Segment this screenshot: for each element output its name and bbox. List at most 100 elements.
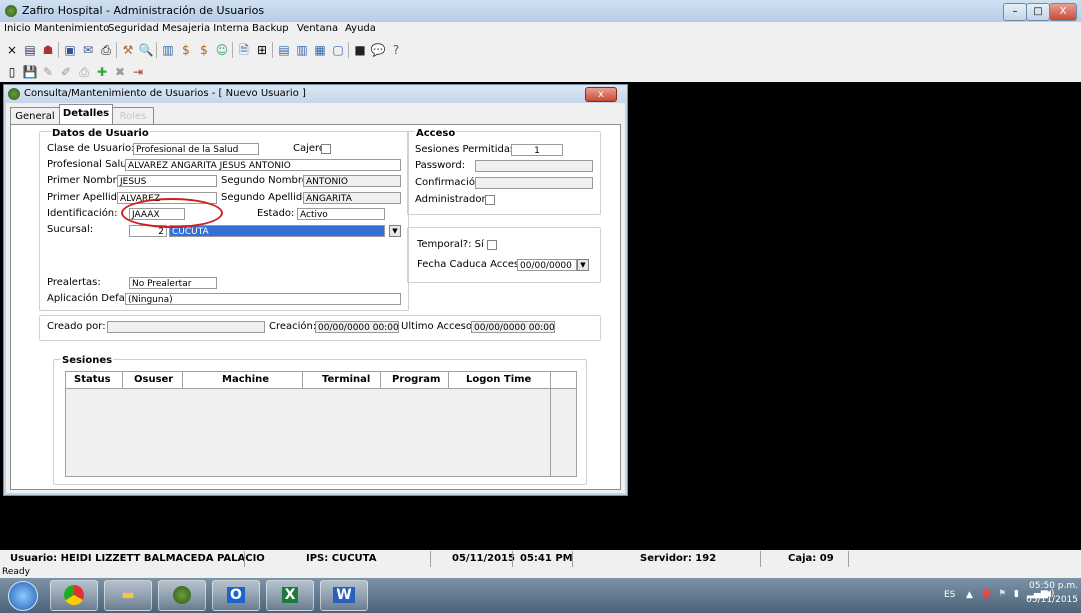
tray-flag-icon[interactable]: ⚑ — [998, 589, 1006, 599]
list-icon[interactable]: ▤ — [22, 42, 38, 58]
excel-icon: X — [281, 587, 299, 603]
creado-por-field — [107, 321, 265, 333]
confirmacion-field[interactable] — [475, 177, 593, 189]
col-logon-time[interactable]: Logon Time — [466, 374, 531, 385]
password-field[interactable] — [475, 160, 593, 172]
tab-detalles[interactable]: Detalles — [59, 104, 113, 125]
report-icon[interactable]: ▥ — [160, 42, 176, 58]
fecha-caduca-field[interactable]: 00/00/0000 — [517, 259, 577, 271]
clock-date[interactable]: 05/11/2015 — [1022, 595, 1078, 605]
people-icon[interactable]: ☺ — [214, 42, 230, 58]
window-titlebar[interactable]: Zafiro Hospital - Administración de Usua… — [0, 0, 1081, 22]
help-icon[interactable]: ? — [388, 42, 404, 58]
segundo-nombre-field[interactable]: ANTONIO — [303, 175, 401, 187]
menu-mantenimiento[interactable]: Mantenimiento — [34, 23, 109, 34]
chat-icon[interactable]: 💬 — [370, 42, 386, 58]
sucursal-dropdown-icon[interactable]: ▼ — [389, 225, 401, 237]
word-icon: W — [333, 587, 355, 603]
status-ips: IPS: CUCUTA — [306, 553, 377, 564]
close-button[interactable]: X — [1049, 3, 1077, 21]
tools-icon[interactable]: ⚒ — [120, 42, 136, 58]
creacion-field: 00/00/0000 00:00 — [315, 321, 399, 333]
tab-general[interactable]: General — [10, 107, 60, 125]
col-osuser[interactable]: Osuser — [134, 374, 173, 385]
ready-line: Ready — [0, 567, 1081, 578]
segundo-apellido-field[interactable]: ANGARITA — [303, 192, 401, 204]
dialog-titlebar[interactable]: Consulta/Mantenimiento de Usuarios - [ N… — [4, 85, 627, 103]
fecha-caduca-dropdown-icon[interactable]: ▼ — [577, 259, 589, 271]
menu-bar: Inicio Mantenimiento Seguridad Mesajeria… — [0, 22, 1081, 38]
network-icon[interactable]: ▮ — [1014, 589, 1019, 599]
print-icon[interactable]: ⎙ — [98, 42, 114, 58]
money-icon[interactable]: $ — [178, 42, 194, 58]
menu-ayuda[interactable]: Ayuda — [345, 23, 376, 34]
password-label: Password: — [415, 160, 466, 171]
taskbar-outlook[interactable]: O — [212, 580, 260, 611]
app-logo-icon — [5, 5, 17, 17]
taskbar-excel[interactable]: X — [266, 580, 314, 611]
new-icon[interactable]: ▯ — [4, 64, 20, 80]
prealertas-field[interactable]: No Prealertar — [129, 277, 217, 289]
segundo-nombre-label: Segundo Nombre: — [221, 175, 312, 186]
document-icon[interactable]: 🗎 — [236, 42, 252, 58]
cajero-checkbox[interactable] — [321, 144, 331, 154]
close-x-icon[interactable]: × — [4, 42, 20, 58]
tile-v-icon[interactable]: ▥ — [294, 42, 310, 58]
clock-time[interactable]: 05:50 p.m. — [1022, 581, 1078, 591]
temporal-label: Temporal?: Sí — [417, 239, 484, 250]
estado-field[interactable]: Activo — [297, 208, 385, 220]
window-title: Zafiro Hospital - Administración de Usua… — [22, 4, 265, 17]
add-record-icon[interactable]: ✚ — [94, 64, 110, 80]
menu-backup[interactable]: Backup — [252, 23, 289, 34]
cascade-icon[interactable]: ▢ — [330, 42, 346, 58]
save-icon[interactable]: 💾 — [22, 64, 38, 80]
datos-usuario-title: Datos de Usuario — [51, 128, 150, 139]
users-icon[interactable]: ☗ — [40, 42, 56, 58]
remove-record-icon[interactable]: ✖ — [112, 64, 128, 80]
sesiones-grid[interactable]: Status Osuser Machine Terminal Program L… — [65, 371, 577, 477]
menu-inicio[interactable]: Inicio — [4, 23, 30, 34]
col-machine[interactable]: Machine — [222, 374, 269, 385]
exit-icon[interactable]: ⇥ — [130, 64, 146, 80]
print-small-icon[interactable]: ⎙ — [76, 64, 92, 80]
maximize-button[interactable]: □ — [1026, 3, 1050, 21]
administrador-checkbox[interactable] — [485, 195, 495, 205]
taskbar-chrome[interactable] — [50, 580, 98, 611]
temporal-checkbox[interactable] — [487, 240, 497, 250]
form-icon[interactable]: ▣ — [62, 42, 78, 58]
sesiones-permitidas-field[interactable]: 1 — [511, 144, 563, 156]
dialog-close-button[interactable]: x — [585, 87, 617, 102]
minimize-button[interactable]: – — [1003, 3, 1027, 21]
start-button-icon[interactable] — [8, 581, 38, 611]
sucursal-select[interactable]: CUCUTA — [169, 225, 385, 237]
col-program[interactable]: Program — [392, 374, 440, 385]
flow-icon[interactable]: ⊞ — [254, 42, 270, 58]
menu-mesajeria[interactable]: Mesajeria Interna — [162, 23, 249, 34]
taskbar-explorer[interactable]: ▬ — [104, 580, 152, 611]
stop-icon[interactable]: ■ — [352, 42, 368, 58]
tray-expand-icon[interactable]: ▲ — [966, 590, 973, 600]
tray-app-icon[interactable]: ■ — [982, 589, 991, 599]
primer-apellido-label: Primer Apellido: — [47, 192, 127, 203]
mail-icon[interactable]: ✉ — [80, 42, 96, 58]
grid-icon[interactable]: ▦ — [312, 42, 328, 58]
clase-usuario-label: Clase de Usuario: — [47, 143, 135, 154]
tile-h-icon[interactable]: ▤ — [276, 42, 292, 58]
erase-icon[interactable]: ✐ — [58, 64, 74, 80]
clase-usuario-field[interactable]: Profesional de la Salud — [133, 143, 259, 155]
primer-nombre-label: Primer Nombre: — [47, 175, 127, 186]
language-indicator[interactable]: ES — [944, 590, 955, 600]
primer-nombre-field[interactable]: JESUS — [117, 175, 217, 187]
taskbar-word[interactable]: W — [320, 580, 368, 611]
col-status[interactable]: Status — [74, 374, 111, 385]
search-icon[interactable]: 🔍 — [138, 42, 154, 58]
fecha-caduca-label: Fecha Caduca Acceso: — [417, 259, 529, 270]
menu-seguridad[interactable]: Seguridad — [108, 23, 159, 34]
col-terminal[interactable]: Terminal — [322, 374, 370, 385]
menu-ventana[interactable]: Ventana — [297, 23, 338, 34]
money2-icon[interactable]: $ — [196, 42, 212, 58]
profesional-salud-field[interactable]: ALVAREZ ANGARITA JESUS ANTONIO — [125, 159, 401, 171]
edit-icon[interactable]: ✎ — [40, 64, 56, 80]
aplicacion-default-field[interactable]: (Ninguna) — [125, 293, 401, 305]
taskbar-zafiro[interactable] — [158, 580, 206, 611]
